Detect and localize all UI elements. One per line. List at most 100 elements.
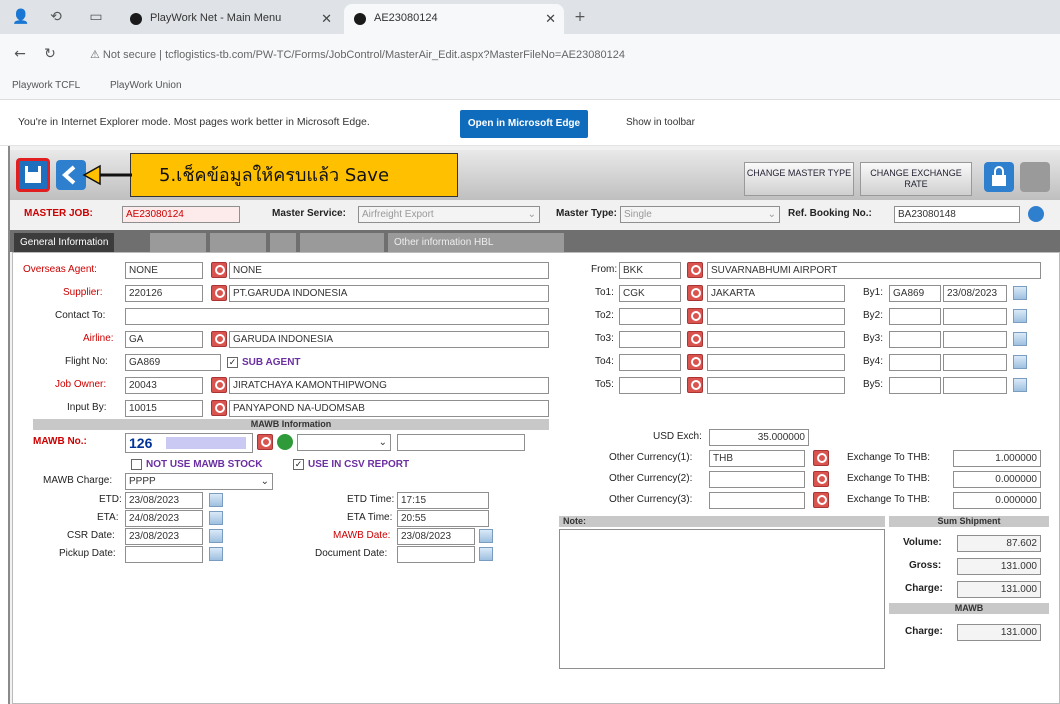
search-airline-icon[interactable] [211,331,227,347]
search-input-by-icon[interactable] [211,400,227,416]
etd-calendar-icon[interactable] [209,493,223,507]
favorite-playwork-tcfl[interactable]: Playwork TCFL [12,80,80,91]
by2-field[interactable] [889,308,941,325]
airline-name-field[interactable]: GARUDA INDONESIA [229,331,549,348]
to3-name-field[interactable] [707,331,845,348]
not-use-mawb-stock-checkbox[interactable] [131,459,142,470]
by4-date-field[interactable] [943,354,1007,371]
master-service-select[interactable]: Airfreight Export ⌄ [358,206,540,223]
by1-field[interactable]: GA869 [889,285,941,302]
flight-field[interactable]: GA869 [125,354,221,371]
change-master-type-button[interactable]: CHANGE MASTER TYPE [744,162,854,196]
input-by-name-field[interactable]: PANYAPOND NA-UDOMSAB [229,400,549,417]
input-by-code-field[interactable]: 10015 [125,400,203,417]
search-from-icon[interactable] [687,262,703,278]
menu-button[interactable] [1020,162,1050,192]
address-input[interactable]: ⚠ Not secure | tcflogistics-tb.com/PW-TC… [80,43,1040,67]
by4-field[interactable] [889,354,941,371]
save-button[interactable] [16,158,50,192]
tab-blank-1[interactable] [150,233,206,252]
close-icon[interactable]: ✕ [321,11,332,27]
eta-field[interactable]: 24/08/2023 [125,510,203,527]
note-textarea[interactable] [559,529,885,669]
supplier-name-field[interactable]: PT.GARUDA INDONESIA [229,285,549,302]
mawb-field[interactable]: 126 [125,433,253,453]
to4-name-field[interactable] [707,354,845,371]
mawb-extra-field[interactable] [397,434,525,451]
tab-ae23080124[interactable]: AE23080124 ✕ [344,4,564,34]
lock-button[interactable] [984,162,1014,192]
exchange-2-field[interactable]: 0.000000 [953,471,1041,488]
sub-agent-checkbox[interactable]: ✓ [227,357,238,368]
search-job-owner-icon[interactable] [211,377,227,393]
tab-main-menu[interactable]: PlayWork Net - Main Menu ✕ [120,4,340,34]
to1-code-field[interactable]: CGK [619,285,681,302]
job-owner-name-field[interactable]: JIRATCHAYA KAMONTHIPWONG [229,377,549,394]
csr-date-field[interactable]: 23/08/2023 [125,528,203,545]
back-icon[interactable]: ← [12,46,28,62]
search-mawb-icon[interactable] [257,434,273,450]
mawb-date-field[interactable]: 23/08/2023 [397,528,475,545]
tab-other-information[interactable]: Other information HBL [388,233,564,252]
mawb-charge-select[interactable]: PPPP ⌄ [125,473,273,490]
eta-time-field[interactable]: 20:55 [397,510,489,527]
other-currency-2-field[interactable] [709,471,805,488]
master-type-select[interactable]: Single ⌄ [620,206,780,223]
document-date-calendar-icon[interactable] [479,547,493,561]
to1-name-field[interactable]: JAKARTA [707,285,845,302]
by2-calendar-icon[interactable] [1013,309,1027,323]
by5-field[interactable] [889,377,941,394]
overseas-agent-code-field[interactable]: NONE [125,262,203,279]
show-in-toolbar-button[interactable]: Show in toolbar [626,117,695,128]
eta-calendar-icon[interactable] [209,511,223,525]
history-icon[interactable]: ⟲ [48,9,64,25]
etd-time-field[interactable]: 17:15 [397,492,489,509]
search-agent-icon[interactable] [211,262,227,278]
refresh-icon[interactable]: ↻ [42,46,58,62]
add-mawb-icon[interactable] [277,434,293,450]
other-currency-3-field[interactable] [709,492,805,509]
by1-calendar-icon[interactable] [1013,286,1027,300]
document-date-field[interactable] [397,546,475,563]
ref-booking-field[interactable]: BA23080148 [894,206,1020,223]
contact-field[interactable] [125,308,549,325]
close-icon[interactable]: ✕ [545,11,556,27]
change-exchange-rate-button[interactable]: CHANGE EXCHANGE RATE [860,162,972,196]
to5-code-field[interactable] [619,377,681,394]
open-edge-button[interactable]: Open in Microsoft Edge [460,110,588,138]
job-owner-code-field[interactable]: 20043 [125,377,203,394]
other-currency-1-field[interactable]: THB [709,450,805,467]
etd-field[interactable]: 23/08/2023 [125,492,203,509]
csr-calendar-icon[interactable] [209,529,223,543]
mawb-select[interactable]: ⌄ [297,434,391,451]
new-tab-icon[interactable]: + [572,9,588,25]
profile-icon[interactable]: 👤 [12,9,29,25]
search-currency-2-icon[interactable] [813,471,829,487]
favorite-playwork-union[interactable]: PlayWork Union [110,80,182,91]
to4-code-field[interactable] [619,354,681,371]
by1-date-field[interactable]: 23/08/2023 [943,285,1007,302]
from-name-field[interactable]: SUVARNABHUMI AIRPORT [707,262,1041,279]
airline-code-field[interactable]: GA [125,331,203,348]
to5-name-field[interactable] [707,377,845,394]
search-currency-3-icon[interactable] [813,492,829,508]
to2-name-field[interactable] [707,308,845,325]
supplier-code-field[interactable]: 220126 [125,285,203,302]
pickup-date-field[interactable] [125,546,203,563]
to3-code-field[interactable] [619,331,681,348]
overseas-agent-name-field[interactable]: NONE [229,262,549,279]
from-code-field[interactable]: BKK [619,262,681,279]
refresh-booking-icon[interactable] [1028,206,1044,222]
search-to2-icon[interactable] [687,308,703,324]
tab-blank-4[interactable] [300,233,384,252]
exchange-1-field[interactable]: 1.000000 [953,450,1041,467]
by3-calendar-icon[interactable] [1013,332,1027,346]
to2-code-field[interactable] [619,308,681,325]
search-to1-icon[interactable] [687,285,703,301]
mawb-date-calendar-icon[interactable] [479,529,493,543]
search-to3-icon[interactable] [687,331,703,347]
by3-field[interactable] [889,331,941,348]
by5-calendar-icon[interactable] [1013,378,1027,392]
tab-blank-3[interactable] [270,233,296,252]
tab-blank-2[interactable] [210,233,266,252]
